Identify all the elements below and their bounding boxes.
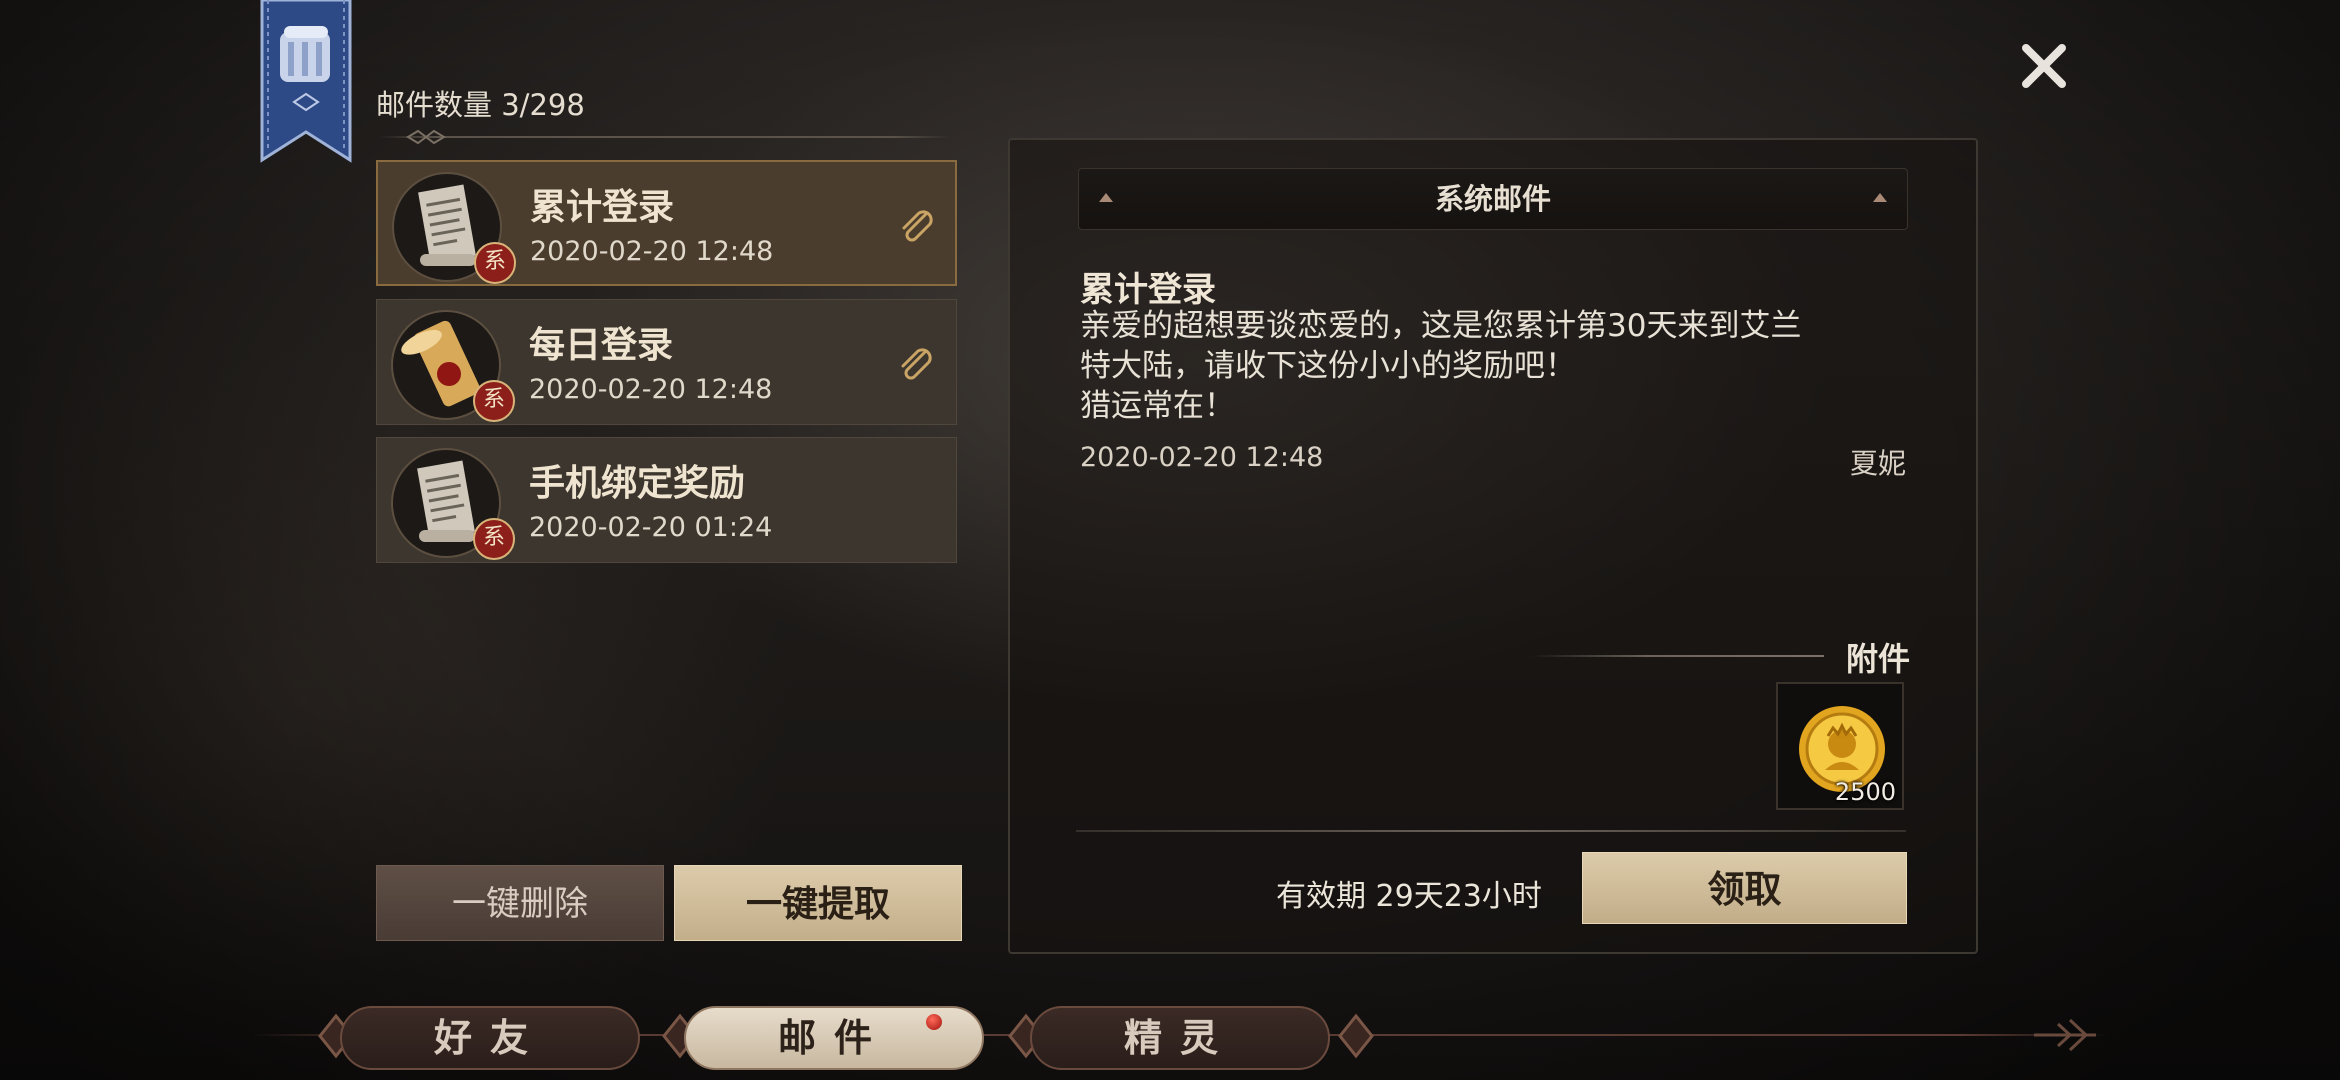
paperclip-icon: [901, 348, 932, 380]
mail-title: 累计登录: [530, 186, 675, 228]
mail-detail-time: 2020-02-20 12:48: [1080, 442, 1324, 473]
mail-time: 2020-02-20 12:48: [530, 236, 774, 267]
body-line: 亲爱的超想要谈恋爱的，这是您累计第30天来到艾兰: [1080, 308, 1802, 344]
corner-ornament-icon: [2034, 1018, 2096, 1052]
system-badge: 系: [474, 242, 516, 284]
claim-button[interactable]: 领取: [1582, 852, 1907, 924]
tab-ornament-icon: [1338, 1013, 1374, 1059]
divider: [380, 136, 950, 138]
tab-friends[interactable]: 好友: [340, 1006, 640, 1070]
mail-count: 邮件数量 3/298: [376, 88, 585, 122]
tab-spirit[interactable]: 精灵: [1030, 1006, 1330, 1070]
tab-label: 精灵: [1123, 1015, 1236, 1060]
notification-dot: [926, 1014, 942, 1030]
mail-detail-title: 累计登录: [1080, 270, 1216, 310]
divider-ornament-icon: [406, 129, 446, 145]
mail-title: 手机绑定奖励: [529, 462, 746, 504]
divider: [1076, 830, 1906, 832]
claim-all-button[interactable]: 一键提取: [674, 865, 962, 941]
mail-detail-header: 系统邮件: [1078, 168, 1908, 230]
mail-title: 每日登录: [529, 324, 674, 366]
validity-text: 有效期 29天23小时: [1276, 879, 1542, 914]
mail-list-item[interactable]: 系 每日登录 2020-02-20 12:48: [376, 299, 957, 425]
mail-detail-body: 亲爱的超想要谈恋爱的，这是您累计第30天来到艾兰 特大陆，请收下这份小小的奖励吧…: [1080, 306, 1930, 426]
mail-type-title: 系统邮件: [1434, 182, 1551, 216]
mail-list-item[interactable]: 系 累计登录 2020-02-20 12:48: [376, 160, 957, 286]
attachment-quantity: 2500: [1834, 778, 1896, 806]
body-line: 特大陆，请收下这份小小的奖励吧！: [1080, 348, 1576, 384]
mail-banner-icon: [260, 0, 352, 163]
body-line: 猎运常在！: [1080, 388, 1235, 424]
paperclip-icon: [902, 210, 933, 242]
mail-time: 2020-02-20 12:48: [529, 374, 773, 405]
divider: [1530, 655, 1824, 657]
attachment-slot[interactable]: 2500: [1776, 682, 1904, 810]
mail-time: 2020-02-20 01:24: [529, 512, 773, 543]
system-badge: 系: [473, 380, 515, 422]
delete-all-button[interactable]: 一键删除: [376, 865, 664, 941]
tab-label: 邮件: [777, 1015, 890, 1060]
mail-sender: 夏妮: [1850, 447, 1907, 480]
attachment-label: 附件: [1846, 640, 1911, 678]
system-badge: 系: [473, 518, 515, 560]
mail-list-item[interactable]: 系 手机绑定奖励 2020-02-20 01:24: [376, 437, 957, 563]
ornament-icon: [1873, 193, 1887, 202]
close-icon[interactable]: [2016, 38, 2072, 94]
tab-mail[interactable]: 邮件: [684, 1006, 984, 1070]
tab-label: 好友: [433, 1015, 546, 1060]
